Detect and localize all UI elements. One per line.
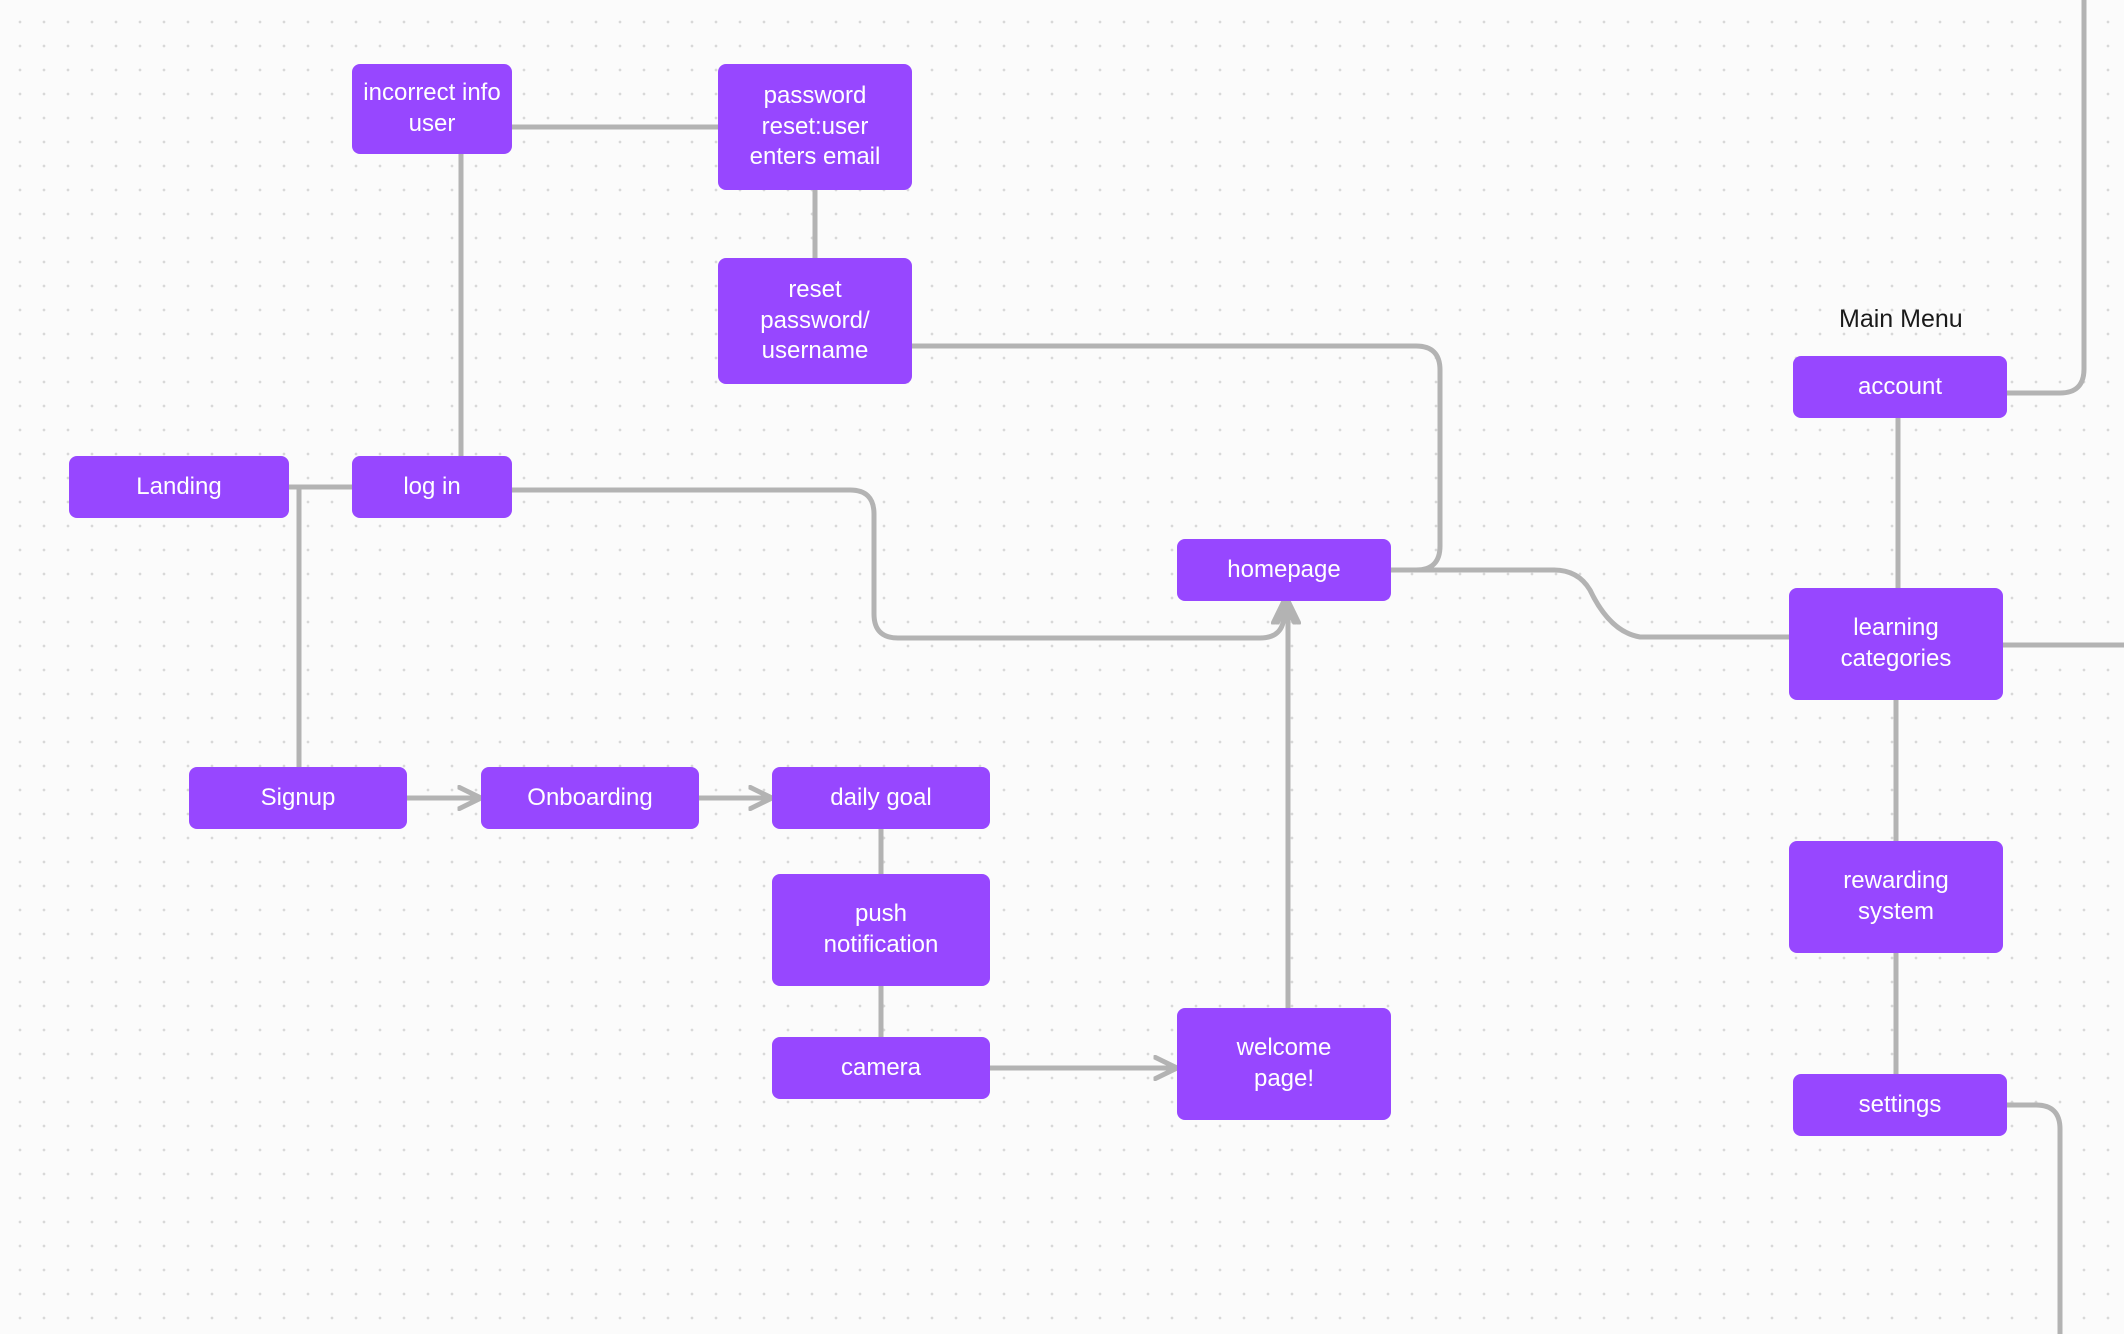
node-label-daily-goal: daily goal [830,783,932,811]
node-reset-password-username[interactable]: reset password/ username [718,258,912,384]
node-settings[interactable]: settings [1793,1074,2007,1136]
node-label-landing: Landing [136,472,222,500]
node-label-onboarding: Onboarding [527,783,653,811]
node-incorrect-info-user[interactable]: incorrect info user [352,64,512,154]
node-homepage[interactable]: homepage [1177,539,1391,601]
node-label-learning-categories: learning categories [1840,614,1952,672]
node-daily-goal[interactable]: daily goal [772,767,990,829]
node-log-in[interactable]: log in [352,456,512,518]
node-label-rewarding-system: rewarding system [1843,867,1949,925]
edge-homepage-to-learning-categories[interactable] [1388,567,1792,640]
node-label-homepage: homepage [1227,555,1341,583]
node-camera[interactable]: camera [772,1037,990,1099]
node-label-reset-password-username: reset password/ username [760,275,870,365]
node-label-push-notification: push notification [823,900,939,958]
node-label-welcome-page: welcome page! [1236,1034,1332,1092]
node-landing[interactable]: Landing [69,456,289,518]
node-label-settings: settings [1858,1090,1942,1118]
node-password-reset-user-enters-email[interactable]: password reset:user enters email [718,64,912,190]
edge-reset-password-to-homepage[interactable] [909,343,1443,573]
node-label-password-reset-user-enters-email: password reset:user enters email [749,81,881,171]
edge-settings-to-bottom-right-offscreen[interactable] [2004,1102,2063,1334]
node-label-camera: camera [840,1053,922,1081]
edge-log-in-to-homepage[interactable] [509,487,1284,641]
node-signup[interactable]: Signup [189,767,407,829]
node-label-incorrect-info-user: incorrect info user [363,79,501,137]
caption-main-menu: Main Menu [1839,305,1963,333]
node-onboarding[interactable]: Onboarding [481,767,699,829]
node-label-account: account [1857,372,1943,400]
node-push-notification[interactable]: push notification [772,874,990,986]
node-welcome-page[interactable]: welcome page! [1177,1008,1391,1120]
node-account[interactable]: account [1793,356,2007,418]
node-rewarding-system[interactable]: rewarding system [1789,841,2003,953]
node-learning-categories[interactable]: learning categories [1789,588,2003,700]
edge-account-to-top-right-offscreen[interactable] [2004,0,2087,396]
flow-diagram-canvas[interactable]: incorrect info user password reset:user e… [0,0,2124,1334]
node-label-log-in: log in [403,472,461,500]
node-label-signup: Signup [260,783,336,811]
